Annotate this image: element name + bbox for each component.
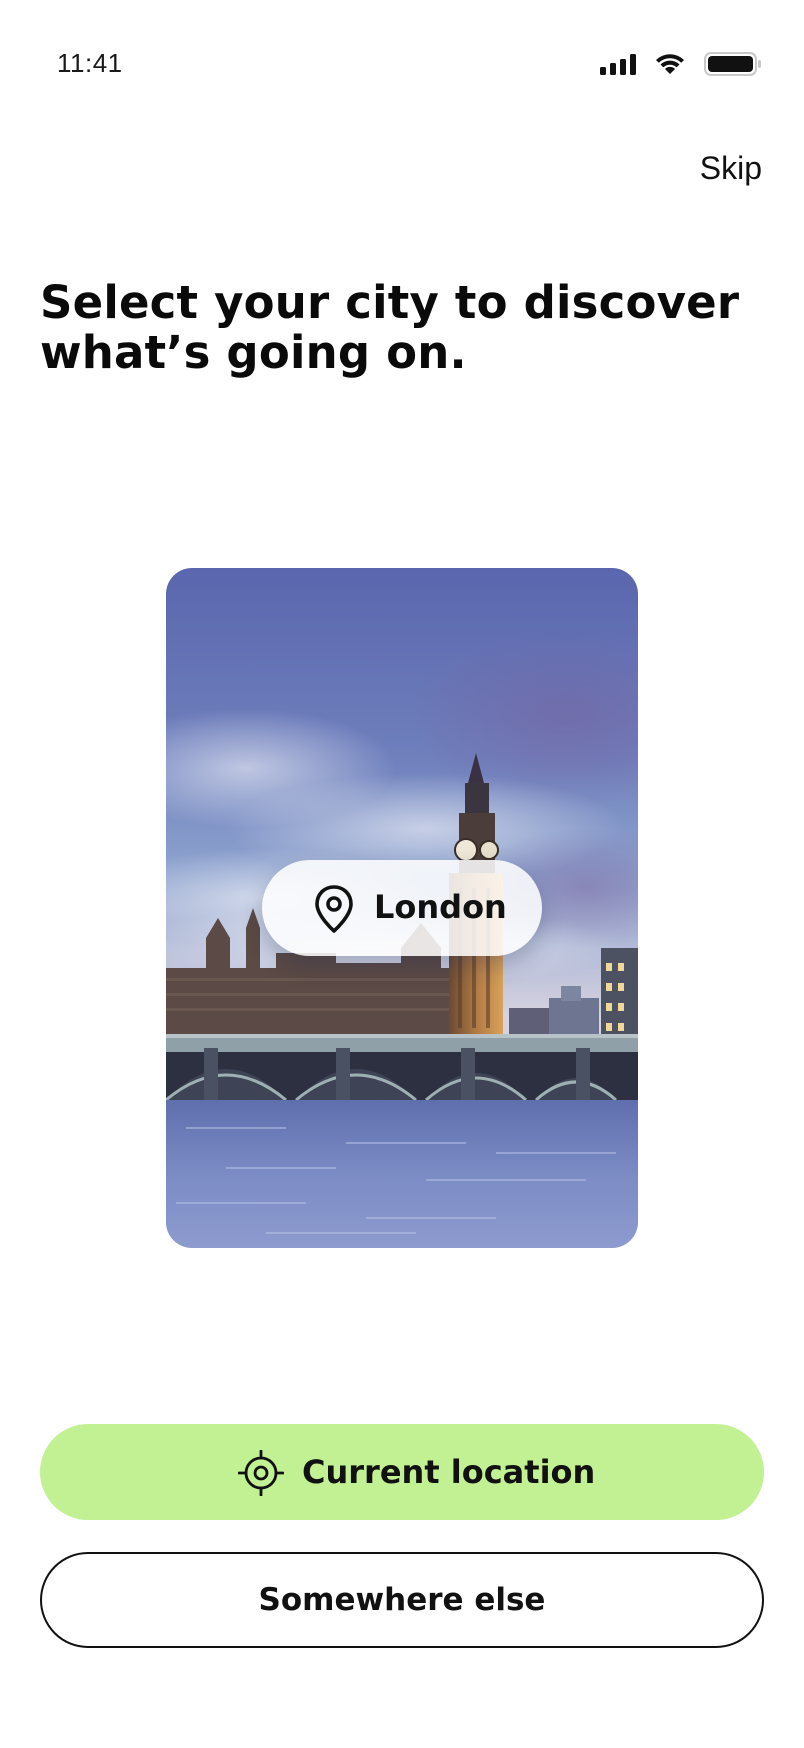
battery-icon — [704, 51, 762, 77]
city-name: London — [374, 888, 507, 926]
page-title: Select your city to discover what’s goin… — [40, 276, 740, 379]
somewhere-else-label: Somewhere else — [258, 1582, 546, 1618]
selected-city-chip[interactable]: London — [262, 860, 542, 956]
current-location-button[interactable]: Current location — [40, 1424, 764, 1520]
skip-button[interactable]: Skip — [700, 150, 762, 187]
status-time: 11:41 — [57, 48, 123, 78]
status-icons — [600, 50, 762, 78]
crosshair-location-icon — [238, 1450, 284, 1496]
somewhere-else-button[interactable]: Somewhere else — [40, 1552, 764, 1648]
status-bar: 11:41 — [0, 0, 804, 130]
cellular-signal-icon — [600, 53, 636, 75]
current-location-label: Current location — [302, 1453, 596, 1491]
wifi-icon — [654, 52, 686, 76]
city-selection-screen: 11:41 Skip Select your city to discover … — [0, 0, 804, 1748]
map-pin-icon — [315, 885, 353, 933]
